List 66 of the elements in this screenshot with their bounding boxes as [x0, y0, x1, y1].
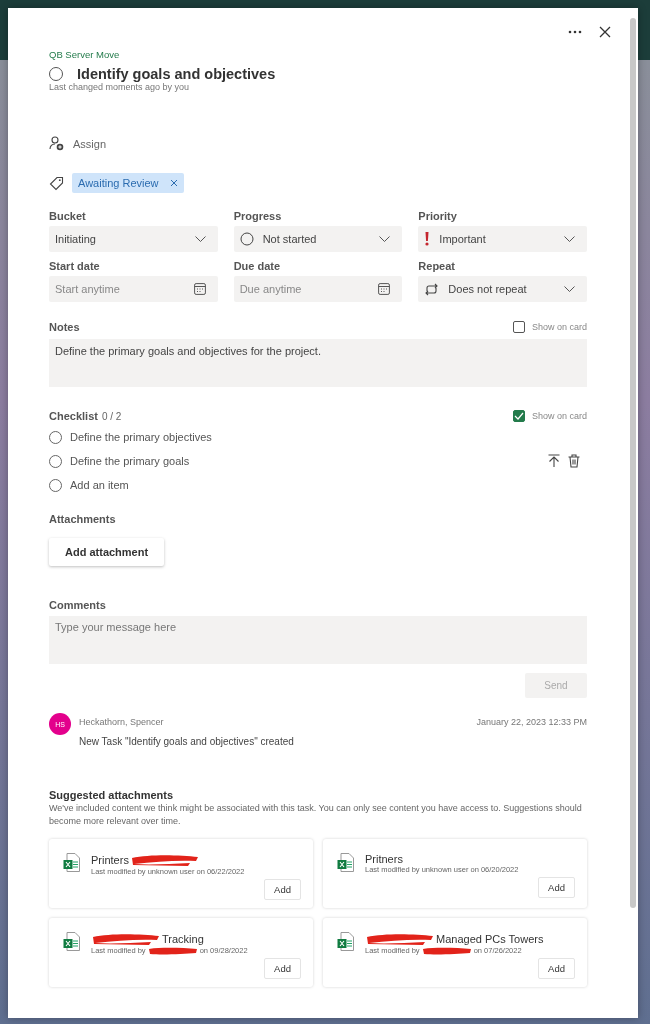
- add-button[interactable]: Add: [264, 879, 301, 900]
- dropdown[interactable]: Not started: [233, 226, 403, 252]
- calendar-icon: [378, 283, 391, 295]
- section-title: Suggested attachments: [49, 789, 175, 801]
- circle-icon: [239, 232, 254, 246]
- delete-icon[interactable]: [568, 454, 580, 468]
- remove-icon[interactable]: [169, 179, 178, 187]
- field-label: Start date: [49, 260, 101, 272]
- checklist-item[interactable]: Define the primary objectives: [70, 431, 212, 443]
- add-button[interactable]: Add: [538, 958, 575, 979]
- activity-text: New Task "Identify goals and objectives" created: [79, 736, 295, 747]
- checklist-item[interactable]: Define the primary goals: [70, 455, 190, 467]
- dropdown[interactable]: Initiating: [49, 226, 218, 252]
- more-icon[interactable]: [568, 30, 582, 34]
- spreadsheet-icon: [337, 932, 354, 951]
- section-description: We've included content we think might be associated with this task. You can only see content you have access to. Suggestions should become more relevant over time.: [49, 802, 583, 827]
- plan-name[interactable]: QB Server Move: [49, 49, 587, 60]
- file-name[interactable]: Pritners: [365, 853, 403, 865]
- add-attachment-button[interactable]: Add attachment: [49, 538, 165, 566]
- section-label: Notes: [49, 321, 80, 333]
- chevron-icon: [564, 286, 575, 292]
- chevron-icon: [194, 236, 206, 242]
- spreadsheet-icon: [337, 853, 354, 872]
- last-changed-text: Last changed moments ago by you: [49, 82, 191, 92]
- chevron-icon: [379, 236, 391, 242]
- field-label: Repeat: [418, 260, 456, 272]
- field-label: Bucket: [49, 210, 87, 222]
- comment-field[interactable]: Type your message here: [49, 616, 587, 664]
- redaction-mark: [129, 853, 200, 867]
- chevron-icon: [564, 236, 575, 242]
- section-label: Comments: [49, 599, 107, 611]
- spreadsheet-icon: [63, 853, 80, 872]
- file-name[interactable]: Managed PCs Towers: [436, 933, 544, 945]
- timestamp: January 22, 2023 12:33 PM: [476, 717, 587, 727]
- show-on-card-checkbox[interactable]: [512, 321, 525, 333]
- label-chip[interactable]: Awaiting Review: [72, 173, 184, 193]
- file-name[interactable]: Tracking: [162, 933, 204, 945]
- checkbox-label: Show on card: [531, 411, 587, 421]
- field-label: Priority: [418, 210, 458, 222]
- dropdown[interactable]: Does not repeat: [418, 276, 587, 302]
- notes-field[interactable]: Define the primary goals and objectives for the project.: [49, 339, 587, 387]
- exclamation-icon: [424, 232, 431, 246]
- add-person-icon: [49, 136, 64, 151]
- close-icon[interactable]: [599, 26, 611, 38]
- assign-button[interactable]: Assign: [73, 137, 107, 150]
- field-label: Progress: [233, 210, 283, 222]
- repeat-icon: [424, 282, 440, 296]
- move-to-top-icon[interactable]: [548, 454, 560, 468]
- tag-icon: [49, 175, 64, 191]
- add-button[interactable]: Add: [538, 877, 575, 898]
- show-on-card-checkbox[interactable]: [512, 410, 525, 422]
- file-name[interactable]: Printers: [91, 854, 129, 866]
- circle-icon: [49, 478, 62, 492]
- author-name: Heckathorn, Spencer: [79, 717, 164, 727]
- section-label: Checklist: [49, 410, 98, 422]
- checkbox-label: Show on card: [531, 322, 587, 332]
- add-item-field[interactable]: Add an item: [70, 479, 129, 491]
- dropdown[interactable]: Important: [418, 226, 587, 252]
- scrollbar[interactable]: [630, 18, 636, 908]
- calendar-icon: [193, 283, 206, 295]
- checklist-count: 0 / 2: [101, 410, 122, 422]
- task-title[interactable]: Identify goals and objectives: [77, 66, 276, 82]
- add-button[interactable]: Add: [264, 958, 301, 979]
- field-label: Due date: [233, 260, 282, 272]
- spreadsheet-icon: [63, 932, 80, 951]
- section-label: Attachments: [49, 513, 117, 525]
